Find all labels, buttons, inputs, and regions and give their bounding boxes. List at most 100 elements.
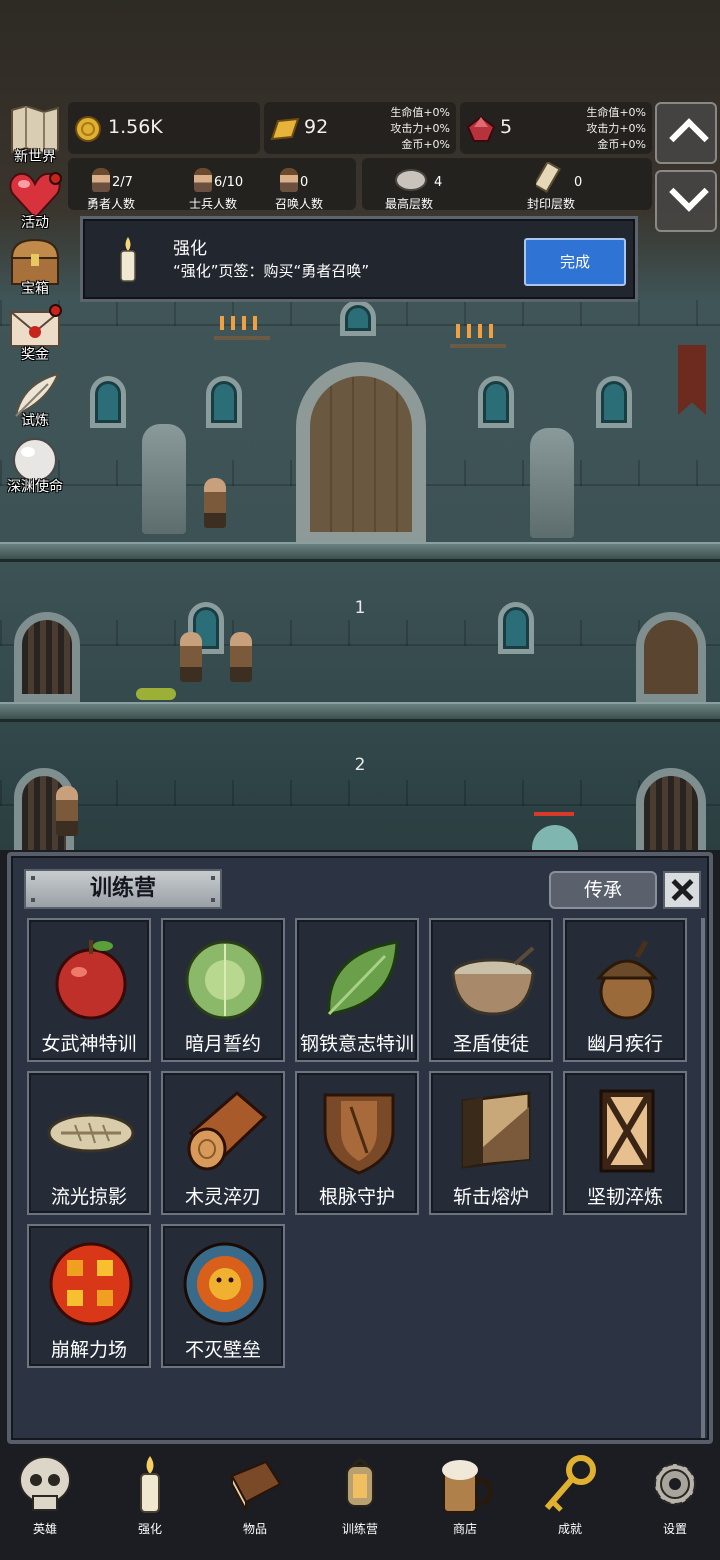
side-menu-abyss-mission[interactable]: 深渊使命 [2,434,68,498]
nav-training-camp[interactable]: 训练营 [309,1450,411,1546]
bottom-nav: 英雄 强化 物品 训练营 商店 成就 设置 [0,1444,720,1560]
nav-label: 训练营 [341,1522,378,1536]
panel-title-text: 训练营 [89,876,156,901]
training-item-moon-stride[interactable]: 幽月疾行 [563,918,687,1062]
side-menu-label: 奖金 [21,347,49,363]
knight-statue [530,428,574,538]
training-item-slash-forge[interactable]: 斩击熔炉 [429,1071,553,1215]
training-item-name: 流光掠影 [50,1186,127,1208]
panel-scrollbar[interactable] [701,918,705,1438]
castle-window [340,300,376,336]
castle-window [206,376,242,428]
candle-icon [120,237,136,282]
gold-bar-value: 92 [304,116,329,138]
nav-label: 英雄 [32,1522,57,1536]
gold-bar-icon [270,117,300,141]
floor-number: 2 [354,755,366,775]
training-item-tough-temper[interactable]: 坚韧淬炼 [563,1071,687,1215]
cross-shield-icon [599,1089,655,1173]
soldier-count-value: 6/10 [214,175,244,190]
chandelier [450,324,506,348]
wooden-shield-icon [323,1093,395,1175]
side-menu-chest[interactable]: 宝箱 [2,236,68,300]
side-menu-trial[interactable]: 试炼 [2,368,68,432]
enemy-hp-bar [534,812,574,816]
complete-button[interactable]: 完成 [524,238,626,286]
quest-title: 强化 [173,239,207,259]
ruby-value: 5 [500,116,513,138]
bonus-line: 攻击力+0% [586,122,646,135]
floor-platform [0,702,720,722]
side-menu-label: 试炼 [21,413,49,429]
summon-count-value: 0 [300,175,309,190]
ruby-counter: 5 生命值+0% 攻击力+0% 金币+0% [460,102,652,154]
highest-floor-value: 4 [434,175,443,190]
training-item-iron-will[interactable]: 钢铁意志特训 [295,918,419,1062]
iron-gate [14,612,80,702]
castle-window [478,376,514,428]
training-item-name: 女武神特训 [41,1033,137,1055]
highest-floor-label: 最高层数 [384,197,433,211]
training-item-name: 钢铁意志特训 [299,1033,414,1055]
unit-counts: 2/7 勇者人数 6/10 士兵人数 0 召唤人数 [68,158,356,211]
training-item-valkyrie[interactable]: 女武神特训 [27,918,151,1062]
rivet [211,876,215,880]
training-item-wood-spirit[interactable]: 木灵淬刃 [161,1071,285,1215]
hero-character [56,786,78,836]
side-menu-new-world[interactable]: 新世界 [2,104,68,168]
floor-number: 1 [354,598,366,618]
hero-count-label: 勇者人数 [86,197,135,211]
soldier-count: 6/10 士兵人数 [170,158,256,211]
castle-window [498,602,534,654]
nav-shop[interactable]: 商店 [414,1450,516,1546]
nav-items[interactable]: 物品 [204,1450,306,1546]
wall-bricks [0,780,720,806]
nav-achievements[interactable]: 成就 [519,1450,621,1546]
castle-window [90,376,126,428]
training-item-holy-shield[interactable]: 圣盾使徒 [429,918,553,1062]
chevron-down-icon[interactable] [655,170,717,232]
nav-label: 物品 [242,1522,267,1536]
cabbage-icon [185,940,265,1020]
ruby-bonus: 生命值+0% 攻击力+0% 金币+0% [586,105,646,153]
rivet [31,898,35,902]
rivet [211,898,215,902]
chevron-up-icon[interactable] [655,102,717,164]
lava-grid-icon [49,1242,133,1326]
inherit-button[interactable]: 传承 [549,871,657,909]
floor-stats: 4 最高层数 0 封印层数 [362,158,652,211]
training-item-root-guard[interactable]: 根脉守护 [295,1071,419,1215]
training-item-name: 幽月疾行 [586,1033,663,1055]
nav-settings[interactable]: 设置 [624,1450,720,1546]
beer-mug-icon [442,1460,493,1513]
side-menu-bonus[interactable]: 奖金 [2,302,68,366]
training-grid: 女武神特训 暗月誓约 钢铁意志特训 圣盾使徒 幽月疾行 流光掠影 木灵淬刃 根脉… [27,918,697,1438]
block-icon [461,1091,531,1169]
acorn-icon [595,940,659,1020]
hero-icon [92,168,110,192]
training-item-name: 圣盾使徒 [452,1033,529,1055]
hero-count-value: 2/7 [112,175,133,190]
wooden-door [636,612,706,702]
training-item-collapse-field[interactable]: 崩解力场 [27,1224,151,1368]
slime-puddle [136,688,176,700]
side-menu-events[interactable]: 活动 [2,170,68,234]
summon-count-label: 召唤人数 [274,197,323,211]
side-menu-label: 活动 [21,215,49,231]
gold-bar-counter: 92 生命值+0% 攻击力+0% 金币+0% [264,102,456,154]
slime-enemy [532,825,578,850]
nav-enhance[interactable]: 强化 [99,1450,201,1546]
bonus-line: 攻击力+0% [390,122,450,135]
training-item-dark-moon[interactable]: 暗月誓约 [161,918,285,1062]
bonus-line: 生命值+0% [586,106,646,119]
highest-floor: 4 最高层数 [366,158,452,211]
nav-heroes[interactable]: 英雄 [0,1450,96,1546]
gold-value: 1.56K [108,116,163,138]
training-item-immortal-bastion[interactable]: 不灭壁垒 [161,1224,285,1368]
bonus-line: 生命值+0% [390,106,450,119]
training-item-name: 不灭壁垒 [184,1339,261,1361]
training-item-streamer[interactable]: 流光掠影 [27,1071,151,1215]
bonus-line: 金币+0% [597,138,646,151]
close-icon[interactable] [663,871,701,909]
book-icon [230,1460,282,1511]
